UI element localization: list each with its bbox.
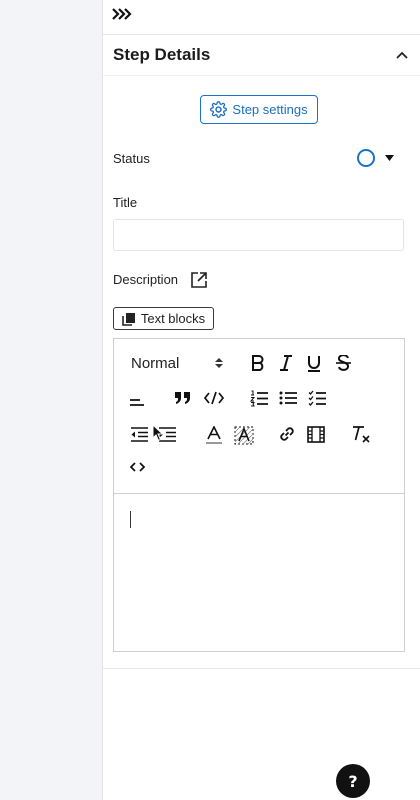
gear-icon	[210, 101, 228, 118]
section-title: Step Details	[113, 45, 211, 64]
help-button-label: ?	[348, 771, 358, 791]
italic-icon	[280, 355, 292, 371]
outdent-icon	[130, 426, 148, 442]
blockquote-button[interactable]	[172, 388, 194, 408]
indent-button[interactable]	[156, 424, 178, 444]
bullet-list-icon	[279, 391, 297, 405]
collapse-panel-button[interactable]	[111, 4, 135, 24]
rich-text-editor: Normal	[113, 338, 405, 652]
open-description-button[interactable]	[190, 271, 208, 289]
strikethrough-button[interactable]	[333, 352, 353, 374]
bold-button[interactable]	[248, 352, 268, 374]
underline-button[interactable]	[304, 352, 324, 374]
quote-icon	[175, 392, 190, 404]
text-blocks-label: Text blocks	[140, 311, 206, 326]
chevron-double-right-icon	[112, 8, 132, 20]
code-block-button[interactable]	[202, 388, 226, 408]
indent-icon	[158, 426, 176, 442]
title-label: Title	[113, 195, 138, 210]
step-details-header[interactable]: Step Details	[103, 34, 420, 76]
strikethrough-icon	[335, 355, 351, 371]
text-color-icon	[206, 425, 222, 444]
insert-link-button[interactable]	[276, 424, 298, 444]
step-details-panel: Step Details Step settings Status Title …	[102, 0, 420, 800]
text-caret	[130, 511, 131, 528]
title-input[interactable]	[113, 219, 404, 251]
status-label: Status	[113, 151, 150, 166]
align-button[interactable]	[127, 390, 147, 410]
checklist-icon	[308, 390, 326, 406]
panel-collapse-bar	[103, 0, 420, 28]
caret-down-icon	[385, 155, 394, 161]
outdent-button[interactable]	[128, 424, 150, 444]
step-settings-button[interactable]: Step settings	[200, 95, 318, 124]
chevron-up-icon	[396, 51, 408, 59]
underline-icon	[308, 355, 320, 372]
header-format-value: Normal	[131, 354, 180, 372]
editor-toolbar: Normal	[114, 339, 404, 494]
background-color-icon	[234, 426, 254, 444]
clear-formatting-icon	[353, 426, 370, 443]
ordered-list-button[interactable]	[248, 388, 270, 408]
step-settings-label: Step settings	[232, 102, 308, 117]
text-color-button[interactable]	[204, 424, 224, 446]
clear-formatting-button[interactable]	[350, 424, 372, 444]
status-dropdown[interactable]	[357, 147, 397, 169]
help-button[interactable]: ?	[336, 764, 370, 798]
italic-button[interactable]	[276, 352, 296, 374]
external-link-icon	[191, 272, 207, 288]
insert-video-button[interactable]	[305, 424, 327, 444]
description-label: Description	[113, 272, 179, 287]
up-down-caret-icon	[215, 358, 223, 368]
canvas-background	[0, 0, 102, 800]
section-divider	[103, 668, 420, 669]
source-code-button[interactable]	[127, 458, 147, 476]
background-color-button[interactable]	[233, 424, 255, 446]
text-blocks-button[interactable]: Text blocks	[113, 307, 214, 330]
checklist-button[interactable]	[306, 388, 328, 408]
empty-circle-icon	[357, 149, 375, 167]
copy-icon	[122, 312, 135, 326]
ordered-list-icon	[249, 390, 268, 406]
video-icon	[307, 425, 325, 443]
align-left-icon	[130, 399, 144, 406]
header-format-select[interactable]: Normal	[131, 352, 223, 374]
code-icon	[204, 391, 224, 405]
editor-content-area[interactable]	[114, 495, 404, 651]
link-icon	[280, 427, 294, 441]
angle-brackets-icon	[129, 462, 145, 472]
bullet-list-button[interactable]	[277, 388, 299, 408]
bold-icon	[252, 355, 264, 371]
